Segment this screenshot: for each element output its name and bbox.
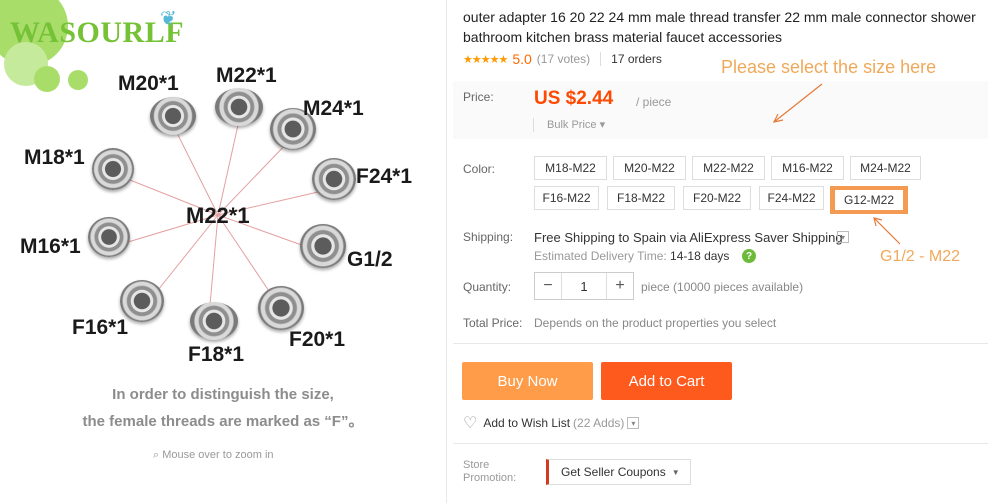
divider	[533, 118, 534, 132]
panel-divider	[446, 0, 447, 503]
price-unit: / piece	[636, 95, 672, 109]
center-label: M22*1	[186, 203, 250, 228]
magnifier-icon: ⌕	[153, 449, 160, 461]
quantity-available: piece (10000 pieces available)	[641, 280, 804, 294]
size-note-line2: the female threads are marked as “F”。	[82, 413, 364, 430]
adapter-m20	[150, 97, 196, 135]
total-value: Depends on the product properties you se…	[534, 316, 777, 330]
size-note-line1: In order to distinguish the size,	[112, 386, 334, 403]
zoom-hint: ⌕ Mouse over to zoom in	[153, 449, 274, 462]
store-promotion-label: Store Promotion:	[463, 459, 516, 485]
option-f24-m22[interactable]: F24-M22	[759, 186, 824, 210]
star-rating-icon: ★★★★★	[463, 53, 508, 66]
bulk-price-dropdown[interactable]: Bulk Price ▾	[547, 118, 605, 131]
label-m20: M20*1	[118, 72, 179, 95]
coupons-label: Get Seller Coupons	[561, 465, 666, 479]
adapter-f18	[190, 302, 238, 340]
bulk-price-label: Bulk Price	[547, 119, 597, 131]
price-value: US $2.44	[534, 88, 614, 109]
plus-icon[interactable]: +	[607, 273, 633, 299]
brand-logo: WASOURLF	[10, 16, 185, 49]
option-f20-m22[interactable]: F20-M22	[683, 186, 751, 210]
selected-size-annotation: G1/2 - M22	[880, 248, 961, 265]
option-m16-m22[interactable]: M16-M22	[771, 156, 844, 180]
label-f24: F24*1	[356, 165, 413, 188]
delivery-label: Estimated Delivery Time:	[534, 249, 667, 263]
price-label: Price:	[463, 90, 494, 104]
shipping-dropdown-icon[interactable]: ▾	[837, 231, 849, 243]
rating-row: ★★★★★ 5.0 (17 votes) 17 orders	[463, 51, 662, 67]
product-title: outer adapter 16 20 22 24 mm male thread…	[463, 9, 976, 45]
wishlist-label: Add to Wish List	[483, 416, 571, 430]
store-label-line2: Promotion:	[463, 472, 517, 484]
label-m22: M22*1	[216, 64, 277, 87]
delivery-time: Estimated Delivery Time: 14-18 days	[534, 249, 729, 263]
option-f18-m22[interactable]: F18-M22	[607, 186, 675, 210]
quantity-stepper: − 1 +	[534, 272, 634, 300]
add-to-cart-button[interactable]: Add to Cart	[601, 362, 732, 400]
label-g12: G1/2	[347, 248, 393, 271]
option-m18-m22[interactable]: M18-M22	[534, 156, 607, 180]
store-label-line1: Store	[463, 459, 490, 471]
arrow-line-to-option	[873, 217, 901, 245]
label-m18: M18*1	[24, 146, 85, 169]
label-m16: M16*1	[20, 235, 81, 258]
adapter-f20	[258, 286, 304, 330]
product-image[interactable]: WASOURLF ❦ M20*1 M22*1 M24*1 M18*1 F24*1…	[0, 0, 446, 430]
get-coupons-dropdown[interactable]: Get Seller Coupons ▼	[546, 459, 691, 485]
option-m24-m22[interactable]: M24-M22	[850, 156, 921, 180]
label-m24: M24*1	[303, 97, 364, 120]
select-size-annotation: Please select the size here	[721, 57, 937, 77]
help-icon[interactable]: ?	[742, 249, 756, 263]
add-to-wishlist[interactable]: ♡ Add to Wish List (22 Adds) ▾	[463, 413, 640, 433]
shipping-label: Shipping:	[463, 230, 514, 244]
label-f18: F18*1	[188, 343, 245, 366]
adapter-m22	[215, 88, 263, 126]
divider	[453, 443, 988, 444]
adapter-m18	[92, 148, 134, 190]
shipping-method[interactable]: Free Shipping to Spain via AliExpress Sa…	[534, 230, 843, 245]
label-f16: F16*1	[72, 316, 129, 339]
option-m20-m22[interactable]: M20-M22	[613, 156, 686, 180]
caret-down-icon: ▾	[599, 119, 606, 131]
votes-link[interactable]: (17 votes)	[537, 52, 590, 66]
adapter-f24	[312, 158, 356, 200]
caret-down-icon: ▼	[671, 467, 680, 477]
buy-now-button[interactable]: Buy Now	[462, 362, 593, 400]
color-label: Color:	[463, 162, 496, 176]
heart-icon: ♡	[463, 415, 478, 432]
quantity-input[interactable]: 1	[561, 273, 607, 299]
wishlist-adds: (22 Adds)	[573, 416, 625, 430]
chevron-down-icon[interactable]: ▾	[627, 417, 640, 429]
option-m22-m22[interactable]: M22-M22	[692, 156, 765, 180]
total-label: Total Price:	[463, 316, 523, 330]
divider	[453, 343, 988, 344]
divider	[600, 52, 602, 66]
leaf-icon: ❦	[160, 8, 177, 30]
quantity-label: Quantity:	[463, 280, 512, 294]
label-f20: F20*1	[289, 328, 346, 351]
zoom-hint-text: Mouse over to zoom in	[162, 449, 274, 461]
adapter-g12	[300, 224, 346, 268]
rating-score: 5.0	[512, 51, 532, 67]
arrow-head-option	[873, 217, 883, 227]
orders-count: 17 orders	[611, 52, 662, 66]
selection-highlight	[830, 186, 908, 214]
minus-icon[interactable]: −	[535, 273, 561, 299]
option-f16-m22[interactable]: F16-M22	[534, 186, 599, 210]
adapter-m16	[88, 217, 130, 257]
delivery-days: 14-18 days	[670, 249, 730, 263]
